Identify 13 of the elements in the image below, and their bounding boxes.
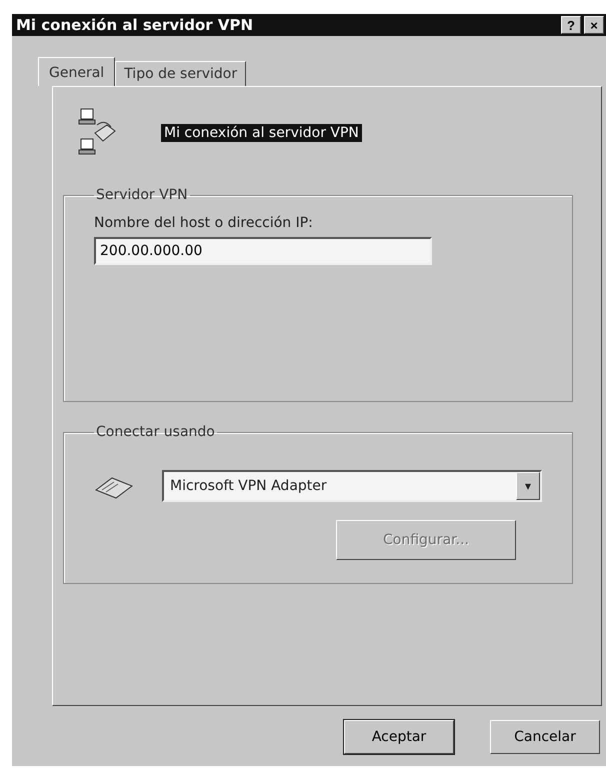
window-title: Mi conexión al servidor VPN [16,16,254,34]
close-button[interactable]: × [584,16,604,34]
device-dropdown[interactable]: Microsoft VPN Adapter ▾ [162,470,542,502]
group-title: Conectar usando [95,424,216,440]
help-button[interactable]: ? [561,16,581,34]
host-input-field[interactable]: 200.00.000.00 [94,237,432,265]
connection-name: Mi conexión al servidor VPN [161,124,362,142]
tab[interactable]: Tipo de servidor [115,61,246,86]
group-title: Servidor VPN [95,187,189,203]
field-label: Nombre del host o dirección IP: [94,215,314,231]
dialog-button[interactable]: Cancelar [490,720,600,754]
dialog-button[interactable]: Aceptar [344,720,454,754]
tab[interactable]: General [38,57,116,86]
